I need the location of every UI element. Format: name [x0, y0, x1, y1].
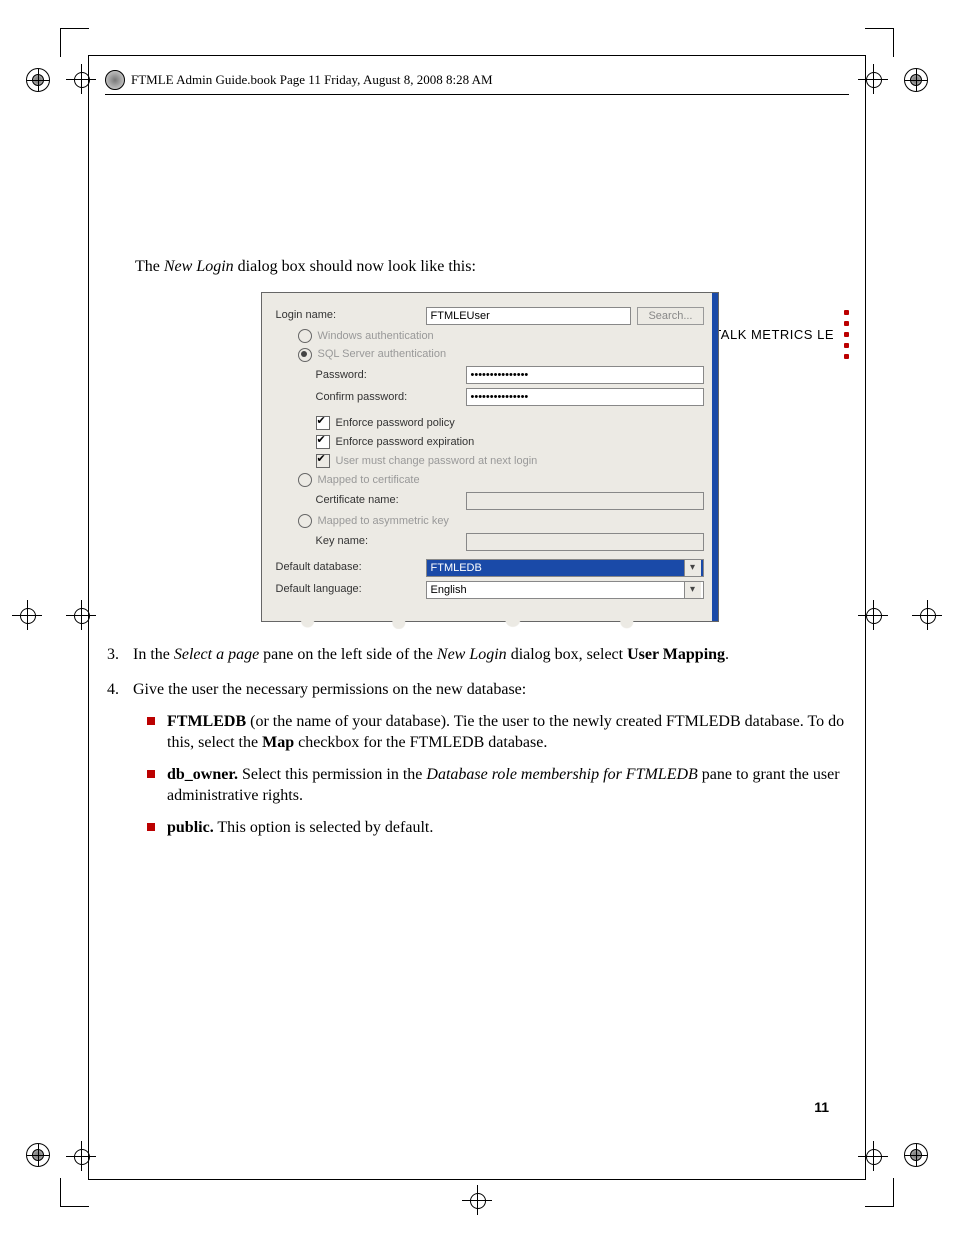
cert-name-label: Certificate name: — [276, 493, 466, 508]
crop-corner-tr — [865, 28, 894, 57]
default-db-combo[interactable]: FTMLEDB — [426, 559, 704, 577]
search-button[interactable]: Search... — [637, 307, 703, 325]
must-change-checkbox: User must change password at next login — [276, 454, 636, 469]
step-4: 4. Give the user the necessary permissio… — [107, 679, 849, 849]
torn-edge-icon — [262, 613, 718, 629]
step-number: 3. — [107, 644, 133, 666]
bullet-ftmledb: FTMLEDB (or the name of your database). … — [133, 711, 849, 754]
intro-text: The — [135, 258, 164, 275]
mapped-cert-radio[interactable]: Mapped to certificate — [276, 473, 558, 488]
crop-corner-br — [865, 1178, 894, 1207]
login-name-label: Login name: — [276, 308, 426, 323]
step-text: In the Select a page pane on the left si… — [133, 644, 849, 666]
crop-corner-bl — [60, 1178, 89, 1207]
login-name-input[interactable]: FTMLEUser — [426, 307, 632, 325]
key-name-input — [466, 533, 704, 551]
registration-mark — [904, 1143, 928, 1167]
confirm-password-input[interactable]: ••••••••••••••• — [466, 388, 704, 406]
enforce-expiration-checkbox[interactable]: Enforce password expiration — [276, 435, 616, 450]
windows-auth-radio[interactable]: Windows authentication — [276, 329, 448, 344]
key-name-label: Key name: — [276, 534, 466, 549]
default-db-label: Default database: — [276, 560, 426, 575]
header-mark-icon — [105, 70, 125, 90]
password-label: Password: — [276, 368, 466, 383]
bullet-dbowner: db_owner. Select this permission in the … — [133, 764, 849, 807]
crosshair-right — [912, 600, 942, 630]
step-3: 3. In the Select a page pane on the left… — [107, 644, 849, 666]
default-lang-combo[interactable]: English — [426, 581, 704, 599]
red-bullet-icon — [147, 823, 155, 831]
crosshair-left — [12, 600, 42, 630]
registration-mark — [26, 68, 50, 92]
step-number: 4. — [107, 679, 133, 849]
cert-name-input — [466, 492, 704, 510]
intro-text: dialog box should now look like this: — [234, 258, 476, 275]
intro-em: New Login — [164, 258, 234, 275]
book-running-header: FTMLE Admin Guide.book Page 11 Friday, A… — [105, 70, 849, 95]
sql-auth-radio[interactable]: SQL Server authentication — [276, 347, 558, 362]
red-bullet-icon — [147, 717, 155, 725]
registration-mark — [904, 68, 928, 92]
crosshair-bottom — [462, 1185, 492, 1215]
intro-paragraph: The New Login dialog box should now look… — [135, 256, 849, 278]
step-text: Give the user the necessary permissions … — [133, 679, 849, 849]
enforce-policy-checkbox[interactable]: Enforce password policy — [276, 416, 616, 431]
registration-mark — [26, 1143, 50, 1167]
bullet-public: public. This option is selected by defau… — [133, 817, 849, 839]
page-number: 11 — [814, 1099, 829, 1115]
red-bullet-icon — [147, 770, 155, 778]
confirm-password-label: Confirm password: — [276, 390, 466, 405]
password-input[interactable]: ••••••••••••••• — [466, 366, 704, 384]
mapped-key-radio[interactable]: Mapped to asymmetric key — [276, 514, 558, 529]
default-lang-label: Default language: — [276, 582, 426, 597]
book-header-text: FTMLE Admin Guide.book Page 11 Friday, A… — [131, 72, 493, 88]
chapter-dots-icon — [844, 310, 849, 359]
new-login-dialog: Login name: FTMLEUser Search... Windows … — [261, 292, 719, 622]
crop-corner-tl — [60, 28, 89, 57]
